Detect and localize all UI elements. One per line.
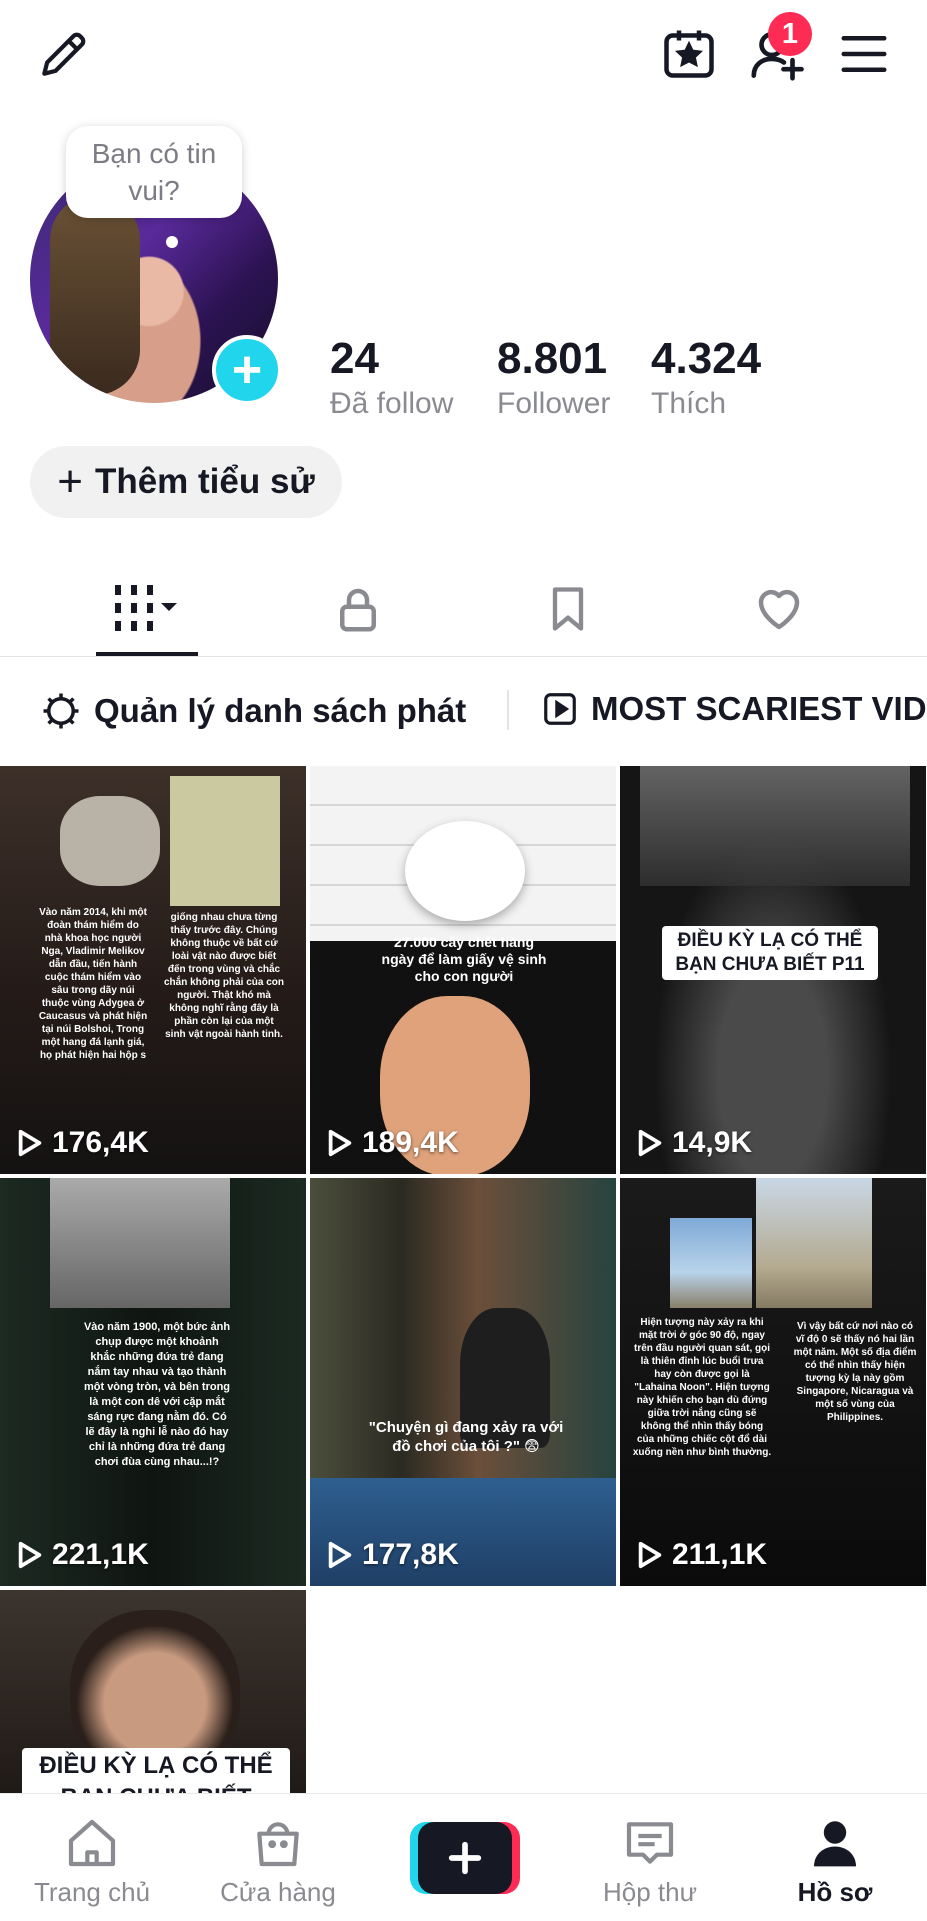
grid-icon: [115, 585, 177, 631]
playlist-label: MOST SCARIEST VID: [591, 690, 927, 727]
view-count-value: 177,8K: [362, 1538, 459, 1571]
shopping-bag-icon: [257, 1822, 299, 1867]
video-caption: 27.000 cây chết hàng ngày để làm giấy vệ…: [381, 934, 547, 984]
add-bio-label: Thêm tiểu sử: [94, 462, 315, 501]
nav-shop-label: Cửa hàng: [220, 1877, 336, 1907]
menu-button[interactable]: [830, 20, 898, 88]
play-icon: [328, 1541, 352, 1569]
view-count: 221,1K: [16, 1538, 149, 1572]
following-label[interactable]: Đã follow: [330, 387, 453, 421]
create-button-core: [418, 1822, 512, 1894]
video-tile[interactable]: "Chuyện gì đang xảy ra với đồ chơi của t…: [310, 1178, 616, 1586]
play-icon: [18, 1129, 42, 1157]
thumbnail-photo-right: [756, 1178, 872, 1308]
video-caption: "Chuyện gì đang xảy ra với đồ chơi của t…: [368, 1419, 564, 1455]
thumbnail-toilet-paper: [405, 821, 525, 921]
nav-inbox[interactable]: Hộp thư: [565, 1815, 735, 1908]
calendar-button[interactable]: [654, 18, 724, 88]
nav-profile-label: Hồ sơ: [797, 1877, 873, 1907]
nav-inbox-label: Hộp thư: [602, 1877, 697, 1907]
manage-playlists-label: Quản lý danh sách phát: [94, 692, 467, 729]
video-tile[interactable]: Vào năm 2014, khi một đoàn thám hiểm do …: [0, 766, 306, 1174]
hamburger-icon: [841, 36, 887, 72]
nav-shop[interactable]: Cửa hàng: [193, 1815, 363, 1908]
play-icon: [328, 1129, 352, 1157]
heart-icon: [758, 589, 800, 630]
status-bubble[interactable]: Bạn có tin vui?: [66, 126, 242, 218]
profile-icon: [814, 1821, 856, 1867]
follower-label[interactable]: Follower: [497, 387, 610, 421]
nav-home-label: Trang chủ: [33, 1877, 151, 1907]
likes-count: 4.324: [651, 334, 762, 383]
video-tile[interactable]: ĐIỀU KỲ LẠ CÓ THỂ BẠN CHƯA BIẾT P11 14,9…: [620, 766, 926, 1174]
tab-saved[interactable]: [463, 560, 673, 658]
tab-videos[interactable]: [42, 560, 252, 658]
view-count-value: 176,4K: [52, 1126, 149, 1159]
nav-home[interactable]: Trang chủ: [7, 1815, 177, 1908]
add-bio-button[interactable]: + Thêm tiểu sử: [30, 446, 342, 518]
edit-profile-button[interactable]: [28, 20, 98, 90]
video-tile[interactable]: Hiện tượng này xảy ra khi mặt trời ở góc…: [620, 1178, 926, 1586]
view-count-value: 189,4K: [362, 1126, 459, 1159]
play-square-icon: [544, 693, 576, 725]
view-count: 177,8K: [326, 1538, 459, 1572]
view-count: 14,9K: [636, 1126, 752, 1160]
view-count: 189,4K: [326, 1126, 459, 1160]
video-title-label: ĐIỀU KỲ LẠ CÓ THỂ BẠN CHƯA BIẾT P11: [662, 926, 878, 980]
video-caption-left: Hiện tượng này xảy ra khi mặt trời ở góc…: [632, 1317, 772, 1458]
view-count: 176,4K: [16, 1126, 149, 1160]
playlist-separator: [507, 690, 509, 730]
view-count-value: 211,1K: [672, 1538, 768, 1571]
thumbnail-xray: [170, 776, 280, 906]
tab-liked[interactable]: [674, 560, 884, 658]
video-caption-right: Vì vậy bất cứ nơi nào có vĩ độ 0 sẽ thấy…: [793, 1321, 917, 1423]
thumbnail-photo: [50, 1178, 230, 1308]
playlist-chip[interactable]: MOST SCARIEST VID: [541, 690, 927, 728]
likes-label: Thích: [651, 387, 727, 420]
video-tile[interactable]: ĐIỀU KỲ LẠ CÓ THỂ BẠN CHƯA BIẾT: [0, 1590, 306, 1793]
inbox-icon: [626, 1822, 674, 1864]
video-tile[interactable]: 27.000 cây chết hàng ngày để làm giấy vệ…: [310, 766, 616, 1174]
video-caption: Vào năm 1900, một bức ảnh chụp được một …: [83, 1321, 231, 1468]
add-story-button[interactable]: +: [212, 335, 282, 405]
thumbnail-photo-left: [670, 1218, 752, 1308]
view-count-value: 221,1K: [52, 1538, 149, 1571]
following-count[interactable]: 24: [330, 334, 379, 384]
video-title-label: ĐIỀU KỲ LẠ CÓ THỂ BẠN CHƯA BIẾT: [22, 1748, 290, 1793]
home-icon: [68, 1819, 116, 1867]
video-caption-right: giống nhau chưa từng thấy trước đây. Chú…: [164, 912, 285, 1040]
bubble-tail: [166, 236, 178, 248]
calendar-star-icon: [664, 30, 714, 78]
create-button[interactable]: [410, 1822, 520, 1894]
manage-playlists-button[interactable]: Quản lý danh sách phát: [40, 690, 466, 732]
view-count: 211,1K: [636, 1538, 767, 1572]
avatar-photo: [50, 195, 140, 395]
play-icon: [18, 1541, 42, 1569]
video-caption-left: Vào năm 2014, khi một đoàn thám hiểm do …: [38, 907, 148, 1061]
plus-icon: +: [231, 341, 263, 399]
plus-icon: [448, 1841, 482, 1875]
plus-icon: +: [57, 457, 83, 506]
pencil-icon: [42, 32, 86, 76]
thumbnail-photo: [640, 766, 910, 886]
bookmark-icon: [552, 587, 584, 631]
gear-icon: [43, 693, 79, 729]
lock-icon: [340, 588, 376, 632]
follower-count[interactable]: 8.801: [497, 334, 607, 384]
nav-profile[interactable]: Hồ sơ: [750, 1815, 920, 1908]
tab-private[interactable]: [253, 560, 463, 658]
thumbnail-skull: [60, 796, 160, 886]
play-icon: [638, 1541, 662, 1569]
play-icon: [638, 1129, 662, 1157]
video-tile[interactable]: Vào năm 1900, một bức ảnh chụp được một …: [0, 1178, 306, 1586]
view-count-value: 14,9K: [672, 1126, 753, 1159]
notification-badge: 1: [768, 12, 812, 56]
